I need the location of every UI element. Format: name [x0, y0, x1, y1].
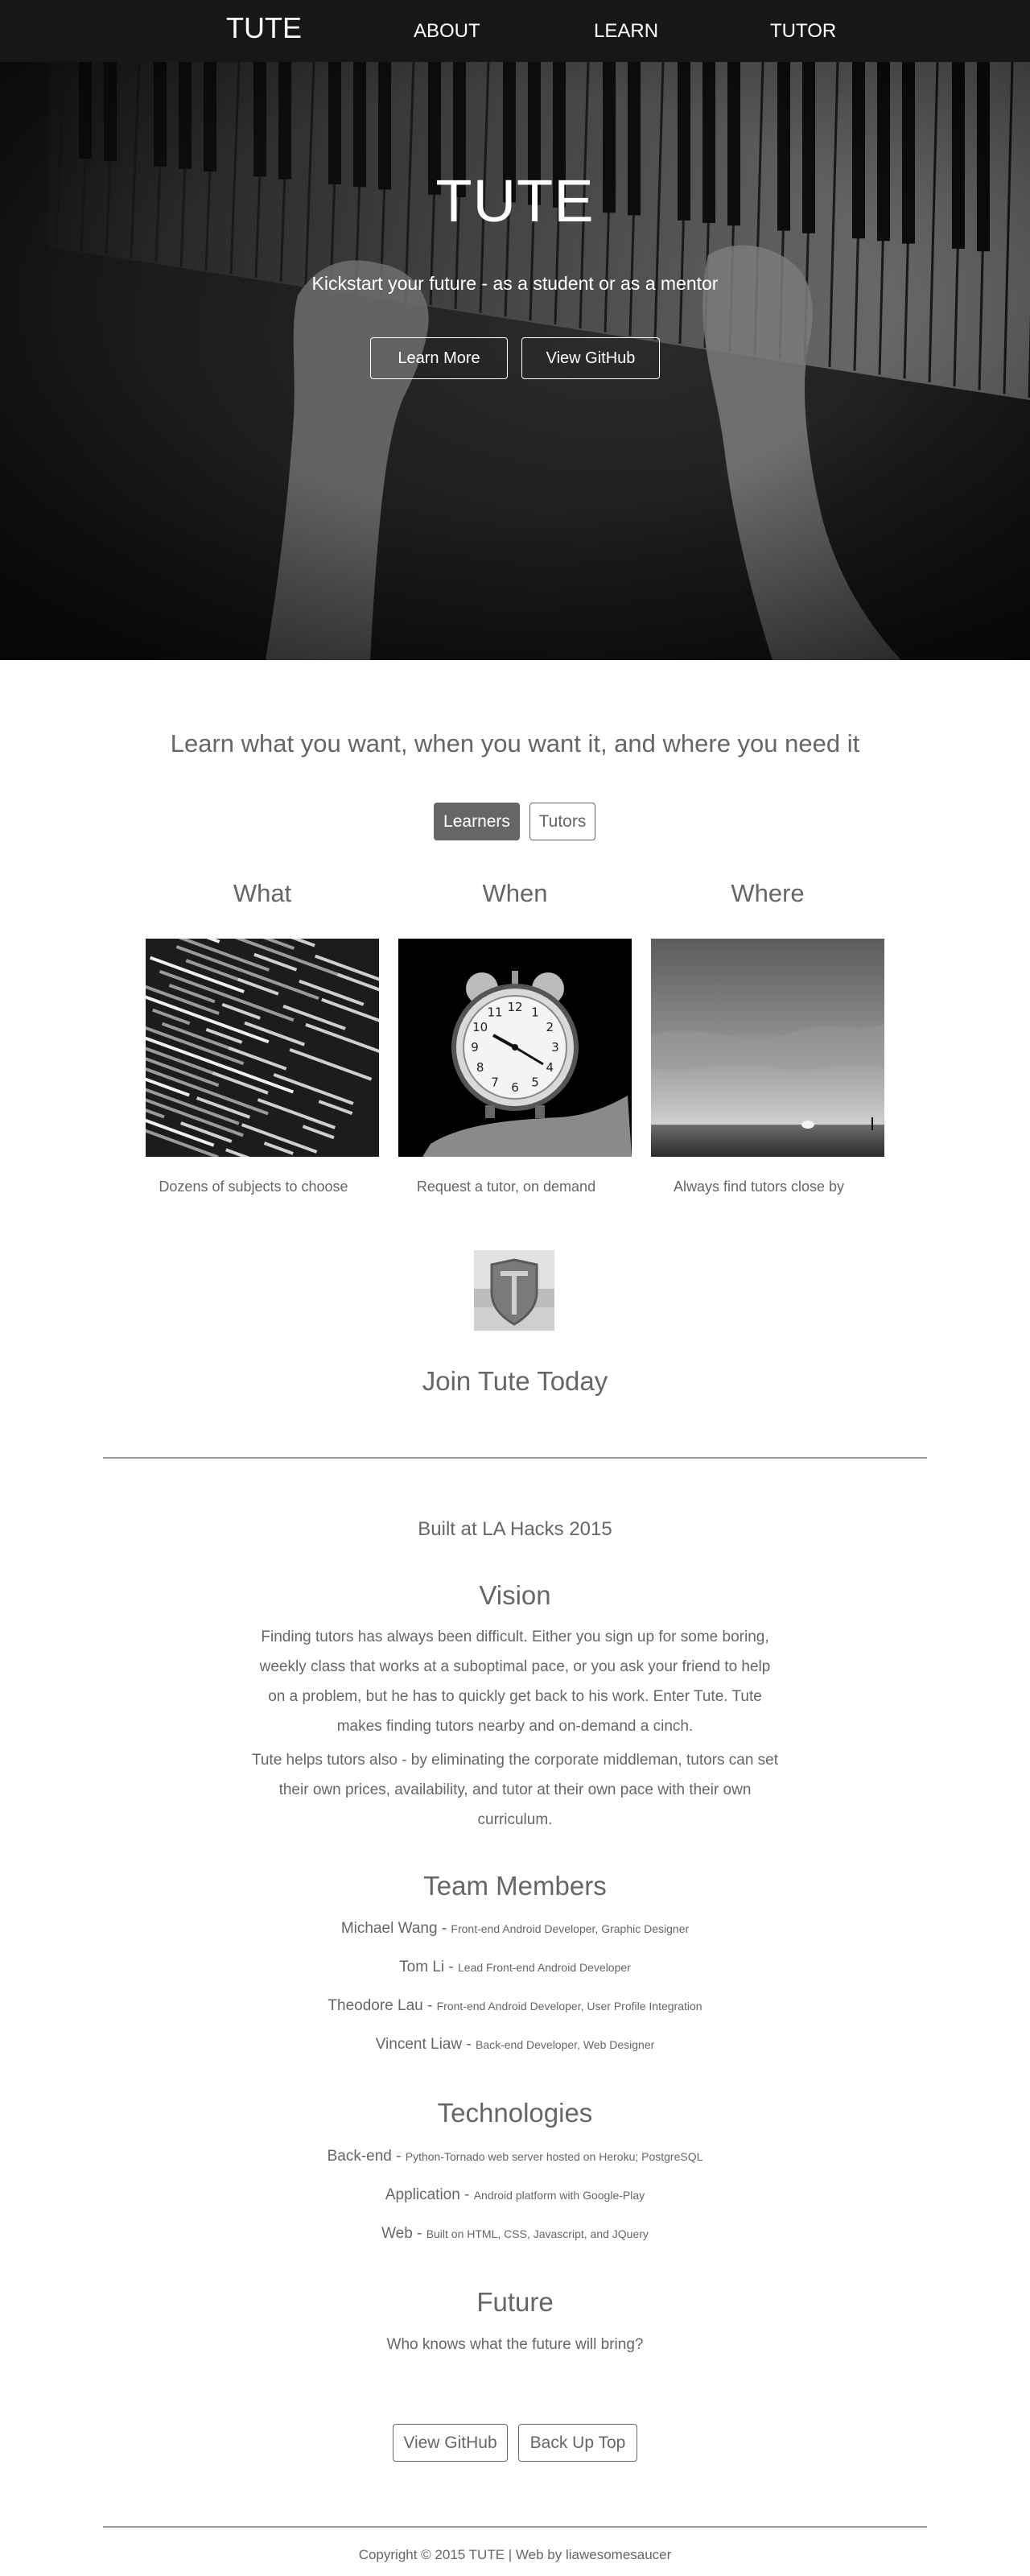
svg-text:12: 12: [507, 1000, 522, 1014]
svg-text:6: 6: [511, 1080, 519, 1095]
svg-text:3: 3: [551, 1040, 559, 1055]
tute-shield-logo: [474, 1250, 554, 1331]
team-member-name: Theodore Lau -: [328, 1997, 437, 2014]
where-heading: Where: [731, 879, 805, 907]
vision-paragraph: Tute helps tutors also - by eliminating …: [251, 1752, 779, 1828]
team-member-row: Vincent Liaw - Back-end Developer, Web D…: [0, 2034, 1030, 2055]
vision-paragraph: Finding tutors has always been difficult…: [259, 1629, 771, 1735]
vision-heading: Vision: [479, 1580, 551, 1610]
nav-link-about[interactable]: ABOUT: [414, 19, 480, 43]
technology-row: Application - Android platform with Goog…: [0, 2185, 1030, 2206]
what-heading: What: [233, 879, 292, 907]
hero-section: TUTE Kickstart your future - as a studen…: [0, 62, 1030, 660]
technology-name: Web -: [381, 2225, 426, 2242]
tutors-toggle-button[interactable]: Tutors: [529, 803, 595, 840]
future-text: Who knows what the future will bring?: [386, 2336, 644, 2353]
future-heading: Future: [476, 2287, 554, 2317]
hero-title: TUTE: [435, 167, 595, 234]
what-caption: Dozens of subjects to choose: [159, 1179, 348, 1195]
technology-description: Python-Tornado web server hosted on Hero…: [405, 2150, 703, 2163]
learn-more-button[interactable]: Learn More: [370, 337, 508, 379]
svg-text:5: 5: [531, 1075, 539, 1089]
technology-name: Application -: [385, 2186, 474, 2203]
technology-description: Android platform with Google-Play: [473, 2189, 645, 2202]
technology-name: Back-end -: [327, 2148, 406, 2165]
section-divider: [103, 1457, 927, 1459]
technology-row: Web - Built on HTML, CSS, Javascript, an…: [0, 2223, 1030, 2244]
nav-link-learn[interactable]: LEARN: [594, 19, 658, 43]
join-tute-heading: Join Tute Today: [422, 1366, 608, 1396]
svg-text:10: 10: [472, 1020, 488, 1034]
sunset-sea-image: [651, 939, 884, 1157]
team-member-role: Back-end Developer, Web Designer: [475, 2038, 655, 2051]
nav-link-tutor[interactable]: TUTOR: [770, 19, 836, 43]
team-member-row: Michael Wang - Front-end Android Develop…: [0, 1918, 1030, 1939]
team-member-row: Theodore Lau - Front-end Android Develop…: [0, 1996, 1030, 2017]
svg-text:8: 8: [476, 1060, 484, 1075]
svg-text:4: 4: [546, 1060, 554, 1075]
svg-text:2: 2: [546, 1020, 554, 1034]
team-member-role: Front-end Android Developer, Graphic Des…: [451, 1922, 690, 1935]
back-up-top-button[interactable]: Back Up Top: [518, 2424, 637, 2462]
technology-description: Built on HTML, CSS, Javascript, and JQue…: [426, 2227, 649, 2240]
code-screen-image: [146, 939, 379, 1157]
technologies-heading: Technologies: [437, 2098, 593, 2128]
team-members-heading: Team Members: [423, 1871, 607, 1901]
technology-row: Back-end - Python-Tornado web server hos…: [0, 2146, 1030, 2167]
when-heading: When: [482, 879, 548, 907]
when-caption: Request a tutor, on demand: [416, 1179, 596, 1195]
hero-view-github-button[interactable]: View GitHub: [521, 337, 660, 379]
hero-subtitle: Kickstart your future - as a student or …: [311, 273, 719, 294]
learners-toggle-button[interactable]: Learners: [434, 803, 520, 840]
svg-text:11: 11: [487, 1005, 502, 1020]
footer-divider: [103, 2526, 927, 2528]
svg-text:9: 9: [471, 1040, 479, 1055]
built-at-text: Built at LA Hacks 2015: [418, 1518, 612, 1540]
team-member-role: Front-end Android Developer, User Profil…: [436, 2000, 702, 2013]
team-member-name: Tom Li -: [399, 1959, 459, 1975]
hero-background-image: [0, 62, 1030, 660]
where-caption: Always find tutors close by: [673, 1179, 845, 1195]
navbar: TUTE ABOUT LEARN TUTOR: [0, 0, 1030, 62]
view-github-button[interactable]: View GitHub: [393, 2424, 508, 2462]
alarm-clock-image: 1 2 3 4 5 6 7 8 9 10 11 12: [398, 939, 632, 1157]
team-member-name: Vincent Liaw -: [375, 2036, 476, 2053]
svg-text:1: 1: [531, 1005, 539, 1020]
learn-tagline: Learn what you want, when you want it, a…: [170, 729, 860, 758]
team-member-role: Lead Front-end Android Developer: [458, 1961, 631, 1974]
brand-link[interactable]: TUTE: [226, 11, 302, 45]
svg-text:7: 7: [491, 1075, 499, 1089]
team-member-name: Michael Wang -: [340, 1920, 451, 1937]
footer-copyright: Copyright © 2015 TUTE | Web by liawesome…: [358, 2547, 672, 2562]
team-member-row: Tom Li - Lead Front-end Android Develope…: [0, 1957, 1030, 1978]
